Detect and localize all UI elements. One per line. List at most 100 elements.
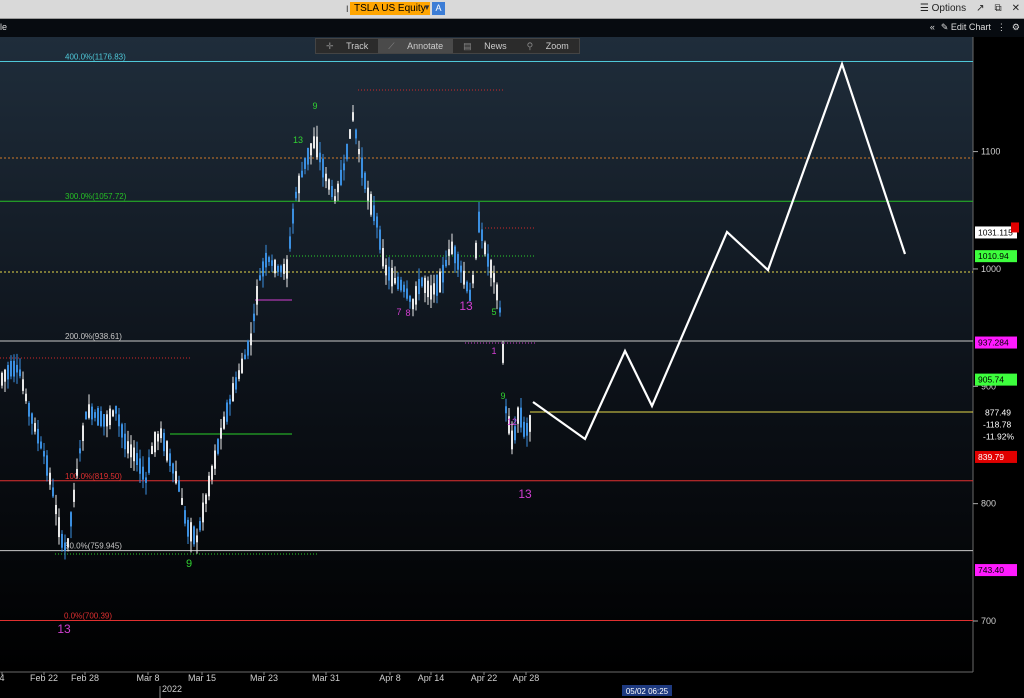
candle-body	[460, 265, 462, 273]
news-button[interactable]: ▤ News	[453, 39, 517, 53]
candle-body	[220, 427, 222, 439]
candle-body	[406, 288, 408, 299]
candle-body	[208, 475, 210, 497]
candle-body	[196, 535, 198, 543]
candle-body	[301, 170, 303, 178]
axis-price-tag-text: 1031.115	[978, 227, 1013, 237]
candle-body	[298, 175, 300, 194]
axis-panel	[973, 37, 1024, 698]
candle-body	[466, 281, 468, 292]
candle-body	[316, 136, 318, 158]
candle-body	[112, 410, 114, 417]
candle-body	[412, 299, 414, 310]
candle-body	[484, 242, 486, 255]
restore-icon[interactable]: ⧉	[994, 2, 1001, 15]
candle-body	[349, 129, 351, 139]
candle-body	[517, 407, 519, 424]
options-button[interactable]: ☰ Options	[920, 2, 966, 15]
expand-icon[interactable]: ↗	[976, 2, 984, 15]
candle-body	[367, 187, 369, 201]
close-icon[interactable]: ✕	[1012, 2, 1020, 15]
candle-body	[442, 264, 444, 283]
ticker-dropdown-icon[interactable]: ▼	[423, 3, 431, 12]
candle-body	[127, 441, 129, 454]
candle-body	[19, 369, 21, 377]
axis-price-tag-hidden	[1011, 222, 1019, 233]
candle-body	[70, 512, 72, 527]
candle-body	[13, 360, 15, 377]
candle-body	[55, 504, 57, 515]
candle-body	[133, 447, 135, 462]
y-tick-label: 800	[981, 499, 996, 509]
count-label: 9	[186, 558, 192, 570]
count-label: 1	[491, 346, 496, 356]
annotate-button[interactable]: ⟋ Annotate	[378, 39, 454, 53]
candle-body	[358, 149, 360, 155]
candle-body	[7, 365, 9, 380]
candle-body	[499, 307, 501, 313]
chart-subbar: le « ✎ Edit Chart ⋮ ⚙	[0, 19, 1024, 37]
a-button[interactable]: A	[432, 2, 445, 15]
candle-body	[430, 285, 432, 300]
candle-body	[148, 457, 150, 473]
last-price: 877.49	[985, 408, 1011, 418]
candle-body	[151, 446, 153, 454]
candle-body	[61, 533, 63, 548]
candle-body	[307, 147, 309, 165]
count-label: 12	[507, 417, 517, 427]
gear-icon[interactable]: ⚙	[1012, 22, 1020, 33]
candle-body	[403, 284, 405, 292]
candle-body	[124, 433, 126, 450]
candle-body	[388, 266, 390, 281]
options-label: Options	[931, 3, 967, 14]
edit-chart-label: Edit Chart	[950, 22, 991, 32]
candle-body	[448, 249, 450, 256]
zoom-button[interactable]: ⚲ Zoom	[517, 39, 579, 53]
axis-price-tag-text: 743.40	[978, 565, 1004, 575]
y-tick-label: 700	[981, 616, 996, 626]
candle-body	[64, 542, 66, 551]
edit-chart-button[interactable]: ✎ Edit Chart	[941, 22, 991, 33]
axis-price-tag-text: 839.79	[978, 452, 1004, 462]
crosshair-icon: ✛	[326, 41, 334, 51]
candle-body	[166, 441, 168, 461]
candle-body	[310, 143, 312, 156]
candle-body	[241, 358, 243, 373]
ticker-input[interactable]: TSLA US Equity	[350, 2, 430, 15]
candle-body	[211, 465, 213, 480]
news-icon: ▤	[463, 41, 472, 51]
track-button[interactable]: ✛ Track	[316, 39, 378, 53]
candle-body	[160, 428, 162, 439]
chart-area[interactable]: 400.0%(1176.83) 300.0%(1057.72) 200.0%(938…	[0, 0, 1024, 698]
candle-body	[319, 152, 321, 163]
candle-body	[418, 279, 420, 295]
candle-body	[436, 274, 438, 296]
candle-body	[253, 313, 255, 322]
candle-body	[250, 333, 252, 346]
candle-body	[178, 480, 180, 492]
candle-body	[295, 191, 297, 199]
candle-body	[31, 413, 33, 424]
candle-body	[43, 451, 45, 457]
candle-body	[337, 183, 339, 193]
candle-body	[136, 453, 138, 466]
candle-body	[79, 448, 81, 454]
count-label: 9	[312, 101, 317, 111]
candle-body	[472, 275, 474, 284]
candle-body	[520, 407, 522, 428]
candle-body	[193, 526, 195, 545]
y-tick-label: 1000	[981, 264, 1001, 274]
candle-body	[505, 406, 507, 414]
candle-body	[511, 430, 513, 450]
candle-body	[427, 280, 429, 298]
count-label: 8	[405, 308, 410, 318]
candle-body	[514, 426, 516, 441]
axis-price-tag-text: 1010.94	[978, 251, 1009, 261]
collapse-icon[interactable]: «	[930, 22, 935, 33]
candle-body	[217, 439, 219, 454]
candle-body	[346, 143, 348, 160]
count-label: 7	[396, 307, 401, 317]
settings-menu-icon[interactable]: ⋮	[997, 22, 1006, 33]
fib-label: 300.0%(1057.72)	[65, 192, 127, 201]
candle-body	[478, 211, 480, 233]
